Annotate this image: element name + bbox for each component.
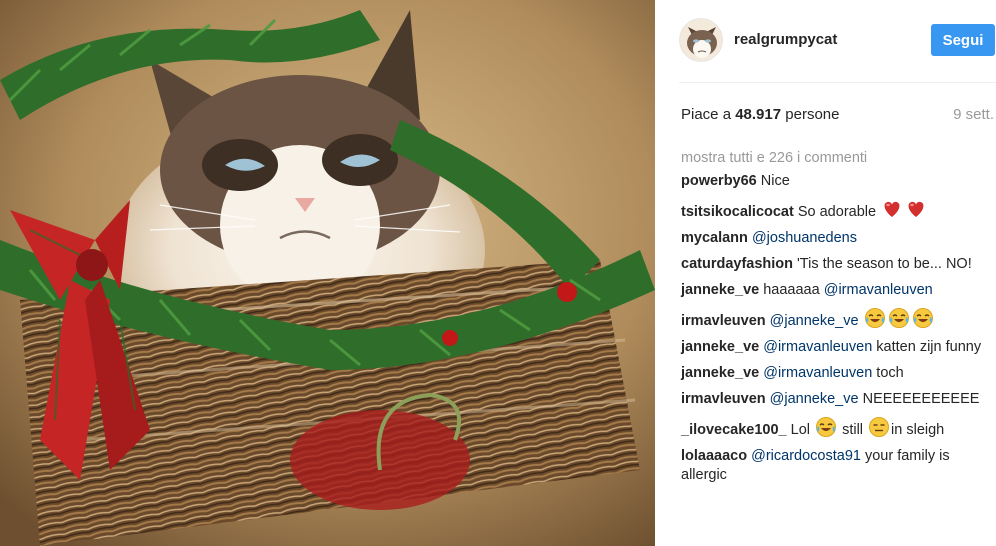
tears-of-joy-emoji-icon xyxy=(888,307,910,329)
likes-row: Piace a 48.917 persone 9 sett. xyxy=(681,106,996,126)
likes-count: 48.917 xyxy=(735,106,782,123)
post-side-panel: realgrumpycat Segui Piace a 48.917 perso… xyxy=(655,0,996,546)
comment-username[interactable]: powerby66 xyxy=(681,173,757,189)
comment-username[interactable]: lolaaaaco xyxy=(681,448,747,464)
comment-mention-link[interactable]: @irmavanleuven xyxy=(763,365,872,381)
post-timestamp[interactable]: 9 sett. xyxy=(953,106,994,123)
post-username[interactable]: realgrumpycat xyxy=(734,31,837,48)
comment-text: Nice xyxy=(756,173,790,189)
comment-username[interactable]: janneke_ve xyxy=(681,339,759,355)
tears-of-joy-emoji-icon xyxy=(912,307,934,329)
comment-mention-link[interactable]: @irmavanleuven xyxy=(763,339,872,355)
comment-item: janneke_ve @irmavanleuven katten zijn fu… xyxy=(681,338,996,357)
comment-item: irmavleuven @janneke_ve xyxy=(681,307,996,331)
comment-text: in sleigh xyxy=(891,422,945,438)
comment-text: toch xyxy=(872,365,904,381)
show-all-comments-link[interactable]: mostra tutti e 226 i commenti xyxy=(681,148,996,172)
comment-text: NEEEEEEEEEEE xyxy=(858,391,980,407)
comment-username[interactable]: janneke_ve xyxy=(681,365,759,381)
comment-mention-link[interactable]: @janneke_ve xyxy=(770,313,859,329)
comment-text: Lol xyxy=(786,422,815,438)
comment-username[interactable]: irmavleuven xyxy=(681,391,766,407)
post-header: realgrumpycat Segui xyxy=(655,0,996,82)
instagram-post: realgrumpycat Segui Piace a 48.917 perso… xyxy=(0,0,996,546)
tears-of-joy-emoji-icon xyxy=(815,416,837,438)
comment-text: So adorable xyxy=(793,204,881,220)
comment-text xyxy=(859,313,863,329)
comment-item: caturdayfashion 'Tis the season to be...… xyxy=(681,255,996,274)
heart-emoji-icon xyxy=(881,198,903,220)
likes-text[interactable]: Piace a 48.917 persone xyxy=(681,106,839,123)
tears-of-joy-emoji-icon xyxy=(864,307,886,329)
grumpy-cat-in-basket-image xyxy=(0,0,655,546)
comment-container: powerby66 Nice tsitsikocalicocat So adora… xyxy=(681,172,996,485)
header-divider xyxy=(679,82,996,83)
comment-text: still xyxy=(838,422,868,438)
comment-item: mycalann @joshuanedens xyxy=(681,229,996,248)
comment-item: janneke_ve @irmavanleuven toch xyxy=(681,364,996,383)
heart-emoji-icon xyxy=(905,198,927,220)
post-photo[interactable] xyxy=(0,0,655,546)
comment-mention-link[interactable]: @joshuanedens xyxy=(752,230,857,246)
likes-suffix: persone xyxy=(781,106,840,123)
comment-username[interactable]: irmavleuven xyxy=(681,313,766,329)
comment-text: haaaaaa xyxy=(759,282,824,298)
comment-item: lolaaaaco @ricardocosta91 your family is… xyxy=(681,447,996,485)
comment-username[interactable]: tsitsikocalicocat xyxy=(681,204,794,220)
comment-username[interactable]: caturdayfashion xyxy=(681,256,793,272)
comments-list: mostra tutti e 226 i commenti powerby66 … xyxy=(681,148,996,492)
comment-mention-link[interactable]: @irmavanleuven xyxy=(824,282,933,298)
likes-prefix: Piace a xyxy=(681,106,736,123)
comment-mention-link[interactable]: @ricardocosta91 xyxy=(751,448,861,464)
grumpy-cat-avatar-icon xyxy=(680,19,722,61)
follow-button[interactable]: Segui xyxy=(931,24,995,56)
avatar[interactable] xyxy=(679,18,723,62)
comment-username[interactable]: _ilovecake100_ xyxy=(681,422,787,438)
comment-text: 'Tis the season to be... NO! xyxy=(793,256,972,272)
comment-item: powerby66 Nice xyxy=(681,172,996,191)
comment-item: _ilovecake100_ Lol still in sleigh xyxy=(681,416,996,440)
comment-text: katten zijn funny xyxy=(872,339,982,355)
comment-username[interactable]: mycalann xyxy=(681,230,748,246)
comment-username[interactable]: janneke_ve xyxy=(681,282,759,298)
expressionless-emoji-icon xyxy=(868,416,890,438)
comment-item: tsitsikocalicocat So adorable xyxy=(681,198,996,222)
comment-item: irmavleuven @janneke_ve NEEEEEEEEEEE xyxy=(681,390,996,409)
comment-item: janneke_ve haaaaaa @irmavanleuven xyxy=(681,281,996,300)
comment-mention-link[interactable]: @janneke_ve xyxy=(770,391,859,407)
